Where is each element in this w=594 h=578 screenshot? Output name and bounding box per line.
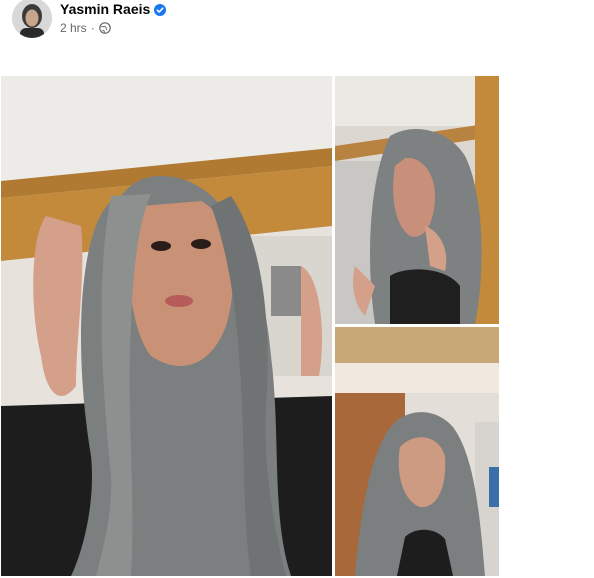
author-name-text[interactable]: Yasmin Raeis	[60, 1, 150, 17]
meta-separator: ·	[90, 21, 95, 35]
avatar[interactable]	[12, 0, 52, 38]
post-header: Yasmin Raeis 2 hrs ·	[12, 0, 582, 40]
avatar-image	[12, 0, 52, 38]
post-meta: 2 hrs ·	[60, 21, 111, 35]
post-photo-side-bottom[interactable]	[335, 327, 499, 576]
post-photo-side-top[interactable]	[335, 76, 499, 324]
post-timestamp[interactable]: 2 hrs	[60, 21, 87, 35]
author-name[interactable]: Yasmin Raeis	[60, 1, 167, 17]
verified-badge-icon	[154, 3, 167, 16]
globe-icon[interactable]	[98, 22, 111, 34]
post-photo-main[interactable]	[1, 76, 332, 576]
